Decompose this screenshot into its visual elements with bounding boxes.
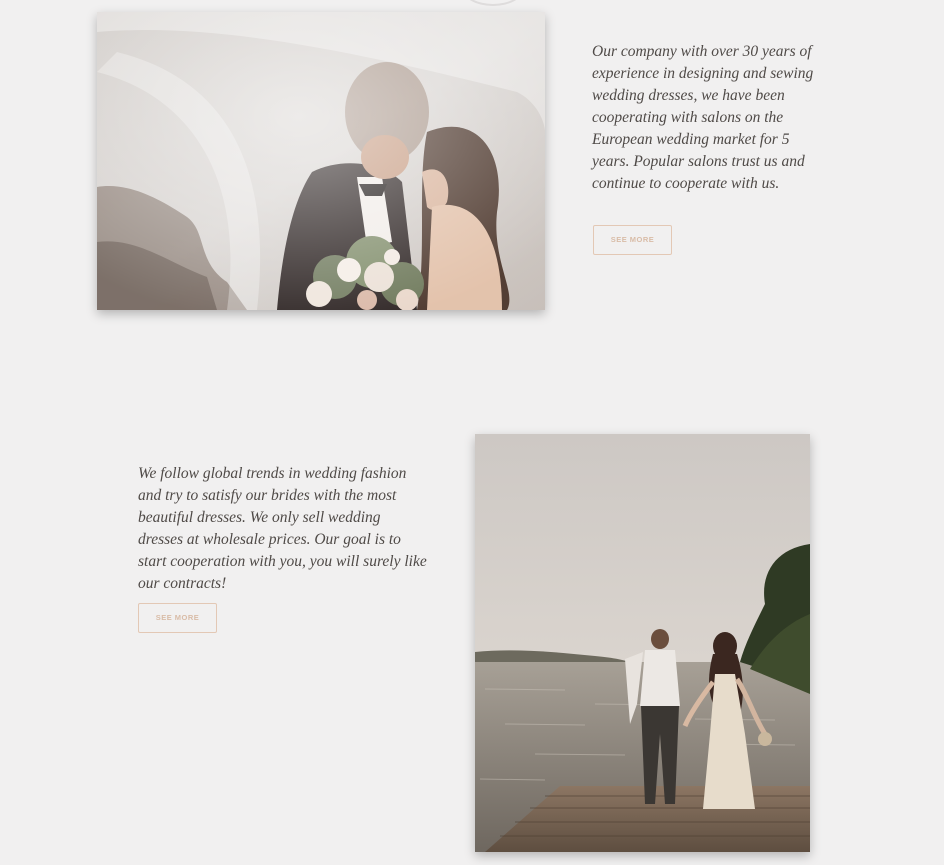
see-more-button[interactable]: SEE MORE [138, 603, 217, 633]
couple-veil-photo [97, 12, 545, 310]
see-more-button[interactable]: SEE MORE [593, 225, 672, 255]
decorative-circle [462, 0, 524, 6]
couple-pier-photo [475, 434, 810, 852]
company-intro-text: Our company with over 30 years of experi… [592, 43, 814, 192]
trends-text: We follow global trends in wedding fashi… [138, 465, 427, 592]
